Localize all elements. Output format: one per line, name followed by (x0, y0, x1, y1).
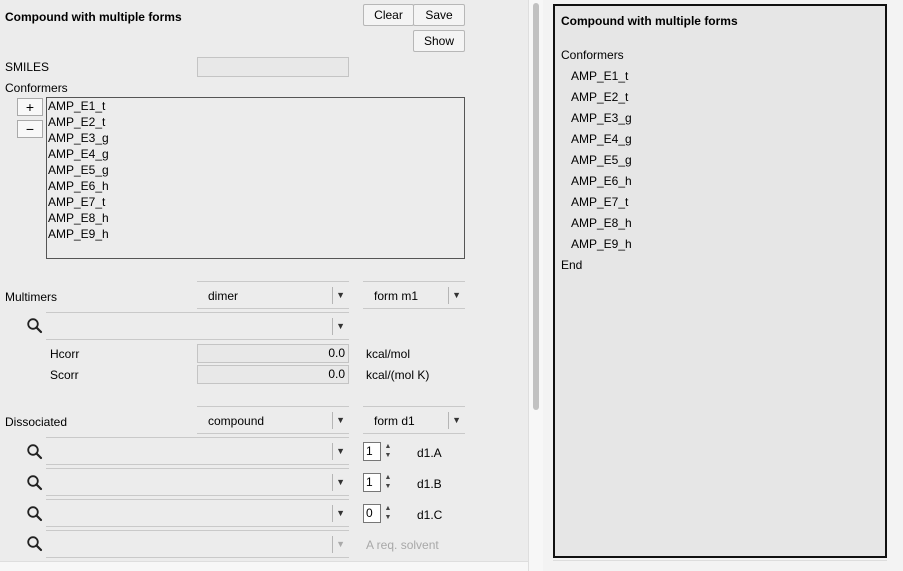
multimers-label: Multimers (5, 290, 58, 304)
output-conformer-line: AMP_E2_t (571, 90, 629, 104)
search-icon[interactable] (26, 443, 44, 461)
chevron-down-icon: ▼ (336, 446, 345, 456)
output-conformer-line: AMP_E4_g (571, 132, 632, 146)
dissociated-form-value: form d1 (374, 414, 415, 428)
stepper-arrows-icon[interactable]: ▲ ▼ (383, 504, 393, 523)
output-conformer-line: AMP_E6_h (571, 174, 632, 188)
dissociated-c-count-stepper[interactable]: 0 ▲ ▼ (363, 504, 395, 523)
output-conformer-line: AMP_E5_g (571, 153, 632, 167)
solvent-select[interactable]: ▼ (46, 530, 349, 558)
list-item[interactable]: AMP_E3_g (47, 130, 464, 146)
add-conformer-button[interactable]: + (17, 98, 43, 116)
search-icon[interactable] (26, 505, 44, 523)
search-icon[interactable] (26, 474, 44, 492)
smiles-input[interactable] (197, 57, 349, 77)
list-item[interactable]: AMP_E7_t (47, 194, 464, 210)
dissociated-c-select[interactable]: ▼ (46, 499, 349, 527)
list-item[interactable]: AMP_E4_g (47, 146, 464, 162)
chevron-down-icon: ▼ (336, 508, 345, 518)
show-button[interactable]: Show (413, 30, 465, 52)
horizontal-scrollbar[interactable] (0, 561, 528, 571)
conformers-label: Conformers (5, 81, 68, 95)
conformers-list[interactable]: AMP_E1_t AMP_E2_t AMP_E3_g AMP_E4_g AMP_… (46, 97, 465, 259)
dissociated-type-select[interactable]: compound ▼ (197, 406, 349, 434)
stepper-arrows-icon[interactable]: ▲ ▼ (383, 442, 393, 461)
output-scrollbar[interactable] (887, 4, 901, 558)
output-bottom-bar (553, 560, 887, 571)
chevron-down-icon: ▼ (336, 539, 345, 549)
chevron-down-icon: ▼ (452, 415, 461, 425)
list-item[interactable]: AMP_E8_h (47, 210, 464, 226)
list-item[interactable]: AMP_E6_h (47, 178, 464, 194)
chevron-down-icon: ▼ (336, 477, 345, 487)
output-conformer-line: AMP_E3_g (571, 111, 632, 125)
output-end: End (561, 258, 583, 272)
scorr-unit: kcal/(mol K) (366, 368, 430, 382)
chevron-down-icon: ▼ (336, 290, 345, 300)
output-conformers-heading: Conformers (561, 48, 624, 62)
dissociated-a-name: d1.A (417, 446, 442, 460)
multimer-form-value: form m1 (374, 289, 419, 303)
solvent-label: A req. solvent (366, 538, 439, 552)
remove-conformer-button[interactable]: − (17, 120, 43, 138)
dissociated-label: Dissociated (5, 415, 68, 429)
save-button[interactable]: Save (413, 4, 465, 26)
scorr-input[interactable]: 0.0 (197, 365, 349, 384)
multimer-search-select[interactable]: ▼ (46, 312, 349, 340)
list-item[interactable]: AMP_E1_t (47, 98, 464, 114)
hcorr-label: Hcorr (50, 347, 80, 361)
multimer-type-value: dimer (208, 289, 239, 303)
list-item[interactable]: AMP_E2_t (47, 114, 464, 130)
dissociated-b-count-stepper[interactable]: 1 ▲ ▼ (363, 473, 395, 492)
dissociated-a-count-stepper[interactable]: 1 ▲ ▼ (363, 442, 395, 461)
dissociated-c-name: d1.C (417, 508, 443, 522)
list-item[interactable]: AMP_E5_g (47, 162, 464, 178)
multimer-form-select[interactable]: form m1 ▼ (363, 281, 465, 309)
output-conformer-line: AMP_E7_t (571, 195, 629, 209)
stepper-arrows-icon[interactable]: ▲ ▼ (383, 473, 393, 492)
chevron-down-icon: ▼ (336, 415, 345, 425)
form-title: Compound with multiple forms (5, 10, 182, 24)
output-title: Compound with multiple forms (561, 14, 738, 28)
output-conformer-line: AMP_E8_h (571, 216, 632, 230)
multimer-type-select[interactable]: dimer ▼ (197, 281, 349, 309)
dissociated-type-value: compound (208, 414, 265, 428)
dissociated-form-select[interactable]: form d1 ▼ (363, 406, 465, 434)
scrollbar-thumb[interactable] (533, 3, 539, 410)
output-conformer-line: AMP_E9_h (571, 237, 632, 251)
input-pane: Compound with multiple forms Clear Save … (0, 0, 528, 571)
output-text-area[interactable]: Compound with multiple forms Conformers … (553, 4, 887, 558)
dissociated-b-name: d1.B (417, 477, 442, 491)
clear-button[interactable]: Clear (363, 4, 414, 26)
chevron-down-icon: ▼ (336, 321, 345, 331)
dissociated-b-select[interactable]: ▼ (46, 468, 349, 496)
list-item[interactable]: AMP_E9_h (47, 226, 464, 242)
hcorr-input[interactable]: 0.0 (197, 344, 349, 363)
hcorr-unit: kcal/mol (366, 347, 411, 361)
dissociated-a-select[interactable]: ▼ (46, 437, 349, 465)
chevron-down-icon: ▼ (452, 290, 461, 300)
smiles-label: SMILES (5, 60, 50, 74)
output-conformer-line: AMP_E1_t (571, 69, 629, 83)
search-icon[interactable] (26, 317, 44, 335)
search-icon[interactable] (26, 535, 44, 553)
scorr-label: Scorr (50, 368, 79, 382)
